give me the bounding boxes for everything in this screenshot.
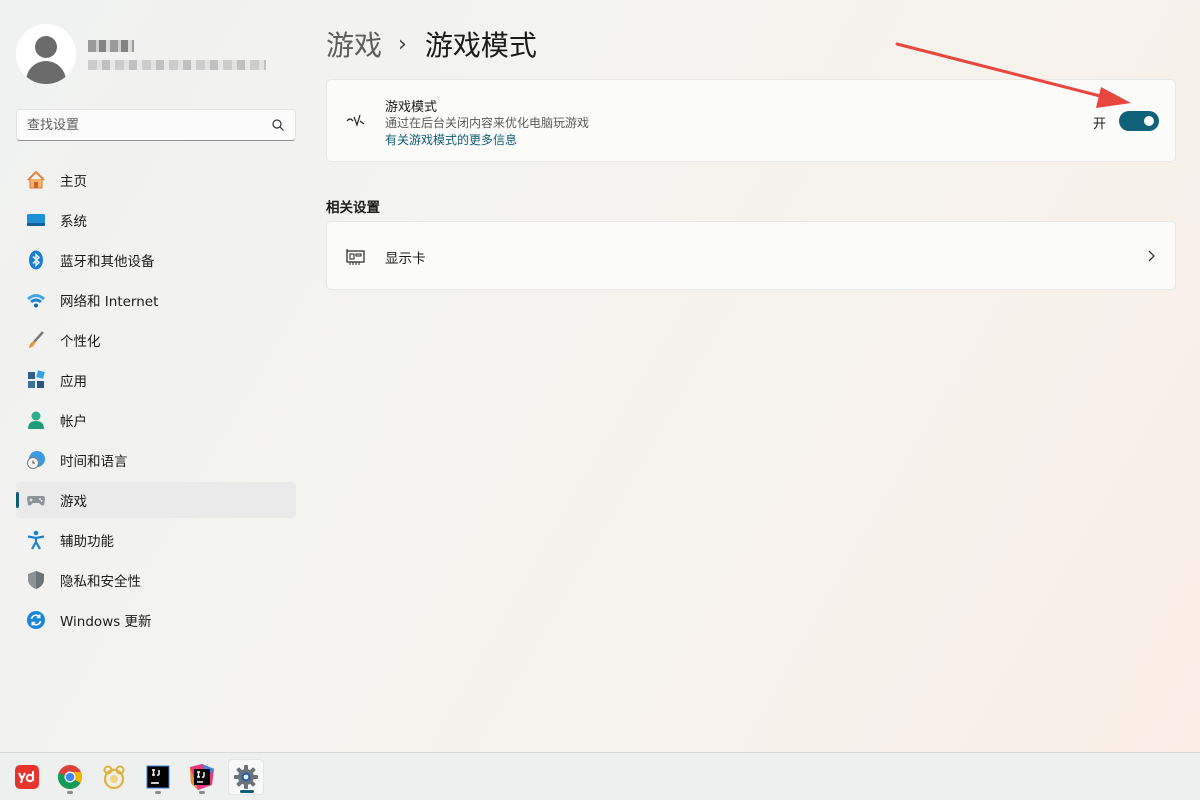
sidebar-item-label: 网络和 Internet bbox=[60, 294, 159, 310]
profile-name-blurred bbox=[88, 40, 134, 52]
sidebar-item-label: 系统 bbox=[60, 214, 87, 230]
sidebar-item-windows-update[interactable]: Windows 更新 bbox=[16, 602, 296, 638]
taskbar-app-youdao[interactable] bbox=[9, 759, 45, 795]
shield-icon bbox=[26, 570, 46, 590]
brush-icon bbox=[26, 330, 46, 350]
related-settings-heading: 相关设置 bbox=[326, 200, 380, 216]
user-profile[interactable] bbox=[16, 24, 296, 84]
taskbar-app-navicat[interactable] bbox=[96, 759, 132, 795]
sidebar-item-privacy[interactable]: 隐私和安全性 bbox=[16, 562, 296, 598]
accessibility-icon bbox=[26, 530, 46, 550]
sidebar-item-bluetooth[interactable]: 蓝牙和其他设备 bbox=[16, 242, 296, 278]
settings-window: 主页 系统 蓝牙和其他设备 网络和 Internet bbox=[0, 0, 1200, 752]
apps-icon bbox=[26, 370, 46, 390]
taskbar bbox=[0, 752, 1200, 800]
intellij-icon bbox=[146, 765, 170, 789]
sidebar-item-personalization[interactable]: 个性化 bbox=[16, 322, 296, 358]
taskbar-app-idea[interactable] bbox=[184, 759, 220, 795]
game-mode-title: 游戏模式 bbox=[385, 100, 438, 115]
idea-icon bbox=[190, 764, 214, 790]
sidebar-item-apps[interactable]: 应用 bbox=[16, 362, 296, 398]
taskbar-app-jetbrains[interactable] bbox=[140, 759, 176, 795]
graphics-card-label: 显示卡 bbox=[385, 251, 426, 267]
update-icon bbox=[26, 610, 46, 630]
sidebar-item-label: 个性化 bbox=[60, 334, 101, 350]
sidebar-item-network[interactable]: 网络和 Internet bbox=[16, 282, 296, 318]
sidebar: 主页 系统 蓝牙和其他设备 网络和 Internet bbox=[0, 0, 312, 752]
taskbar-app-settings[interactable] bbox=[228, 759, 264, 795]
breadcrumb-separator: › bbox=[398, 31, 407, 57]
navicat-icon bbox=[103, 765, 125, 790]
chevron-right-icon bbox=[1148, 250, 1155, 262]
breadcrumb: 游戏 › 游戏模式 bbox=[326, 24, 537, 64]
time-language-icon bbox=[26, 450, 46, 470]
account-icon bbox=[26, 410, 46, 430]
sidebar-nav: 主页 系统 蓝牙和其他设备 网络和 Internet 个性化 应用 帐户 时间和… bbox=[16, 162, 296, 642]
sidebar-item-label: 辅助功能 bbox=[60, 534, 114, 550]
youdao-icon bbox=[15, 765, 39, 789]
graphics-settings-card[interactable]: 显示卡 bbox=[326, 221, 1176, 290]
breadcrumb-parent[interactable]: 游戏 bbox=[326, 24, 382, 64]
sidebar-item-gaming[interactable]: 游戏 bbox=[16, 482, 296, 518]
sidebar-item-label: 隐私和安全性 bbox=[60, 574, 141, 590]
profile-email-blurred bbox=[88, 60, 266, 70]
search-box[interactable] bbox=[16, 109, 296, 141]
search-icon[interactable] bbox=[271, 118, 285, 132]
sidebar-item-home[interactable]: 主页 bbox=[16, 162, 296, 198]
game-mode-toggle[interactable] bbox=[1119, 111, 1159, 131]
settings-gear-icon bbox=[234, 765, 258, 789]
sidebar-item-accounts[interactable]: 帐户 bbox=[16, 402, 296, 438]
sidebar-item-time-language[interactable]: 时间和语言 bbox=[16, 442, 296, 478]
taskbar-app-chrome[interactable] bbox=[52, 759, 88, 795]
game-mode-description: 通过在后台关闭内容来优化电脑玩游戏 bbox=[385, 116, 590, 130]
toggle-state-label: 开 bbox=[1093, 117, 1107, 132]
chrome-icon bbox=[57, 765, 83, 790]
sidebar-item-system[interactable]: 系统 bbox=[16, 202, 296, 238]
sidebar-item-accessibility[interactable]: 辅助功能 bbox=[16, 522, 296, 558]
bluetooth-icon bbox=[26, 250, 46, 270]
home-icon bbox=[26, 170, 46, 190]
search-input[interactable] bbox=[27, 117, 271, 133]
toggle-knob bbox=[1144, 116, 1154, 126]
sidebar-item-label: Windows 更新 bbox=[60, 614, 152, 630]
sidebar-item-label: 时间和语言 bbox=[60, 454, 128, 470]
sidebar-item-label: 蓝牙和其他设备 bbox=[60, 254, 155, 270]
game-mode-icon bbox=[346, 114, 365, 127]
game-mode-learn-more-link[interactable]: 有关游戏模式的更多信息 bbox=[385, 131, 517, 148]
system-icon bbox=[26, 210, 46, 230]
game-mode-card: 游戏模式 通过在后台关闭内容来优化电脑玩游戏 有关游戏模式的更多信息 开 bbox=[326, 79, 1176, 162]
sidebar-item-label: 帐户 bbox=[60, 414, 87, 430]
graphics-card-icon bbox=[346, 249, 365, 265]
gamepad-icon bbox=[26, 490, 46, 510]
wifi-icon bbox=[26, 290, 46, 310]
avatar bbox=[16, 24, 76, 84]
sidebar-item-label: 应用 bbox=[60, 374, 87, 390]
sidebar-item-label: 主页 bbox=[60, 174, 87, 190]
page-title: 游戏模式 bbox=[424, 29, 537, 62]
sidebar-item-label: 游戏 bbox=[60, 494, 87, 510]
